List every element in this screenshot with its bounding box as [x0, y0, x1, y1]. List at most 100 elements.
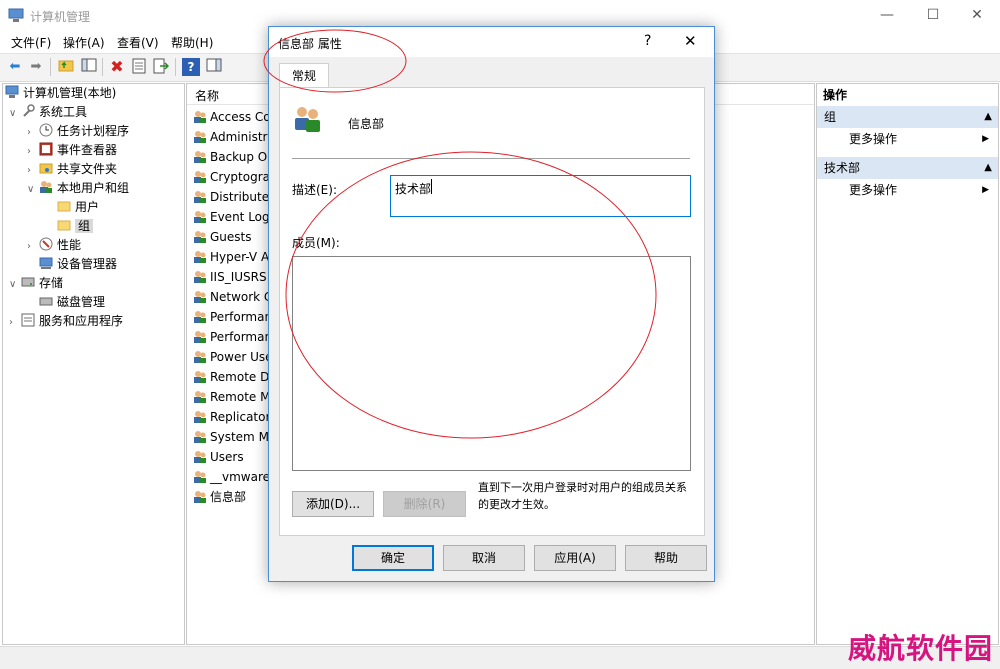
remove-member-button[interactable]: 删除(R): [383, 491, 466, 517]
list-item[interactable]: 信息部: [193, 487, 273, 507]
tree-node-device-manager[interactable]: 设备管理器: [27, 255, 117, 274]
tree-node-performance[interactable]: › 性能: [27, 236, 81, 255]
chevron-down-icon[interactable]: ∨: [9, 275, 21, 294]
action-more-actions[interactable]: 更多操作 ▶: [849, 128, 989, 150]
tree-node-storage[interactable]: ∨ 存储: [9, 274, 63, 293]
group-icon: [194, 151, 206, 163]
close-button[interactable]: ✕: [954, 0, 1000, 31]
menu-help[interactable]: 帮助(H): [171, 34, 213, 51]
list-item[interactable]: Power Use: [193, 347, 273, 367]
description-input[interactable]: 技术部: [390, 175, 691, 217]
services-icon: [21, 313, 35, 327]
forward-icon[interactable]: ➡: [27, 58, 45, 76]
list-item[interactable]: Hyper-V Ad: [193, 247, 273, 267]
tree-node-label: 服务和应用程序: [39, 314, 124, 328]
list-item[interactable]: Access Cor: [193, 107, 273, 127]
computer-management-icon: [5, 85, 19, 99]
group-icon: [194, 191, 206, 203]
apply-button[interactable]: 应用(A): [534, 545, 616, 571]
tree-node-label: 磁盘管理: [57, 295, 106, 309]
toolbar-separator: [102, 58, 103, 76]
list-item[interactable]: Backup Op: [193, 147, 273, 167]
chevron-down-icon[interactable]: ∨: [27, 180, 39, 199]
maximize-button[interactable]: ☐: [910, 0, 956, 31]
tree-node-label: 系统工具: [39, 105, 88, 119]
tree-node-local-users-groups[interactable]: ∨ 本地用户和组: [27, 179, 129, 198]
tree-node-computer-management[interactable]: 计算机管理(本地): [5, 84, 116, 103]
chevron-right-icon[interactable]: ›: [27, 161, 39, 180]
actions-pane: 操作 组 ▲ 更多操作 ▶ 技术部 ▲ 更多操作 ▶: [816, 83, 999, 645]
members-list[interactable]: [292, 256, 691, 471]
column-header-name[interactable]: 名称: [195, 87, 219, 104]
back-icon[interactable]: ⬅: [6, 58, 24, 76]
action-more-actions[interactable]: 更多操作 ▶: [849, 179, 989, 201]
ok-button[interactable]: 确定: [352, 545, 434, 571]
dialog-close-button[interactable]: ✕: [684, 32, 697, 50]
help-icon[interactable]: ?: [182, 58, 200, 76]
dialog-help-button[interactable]: ?: [644, 33, 651, 49]
action-section-groups[interactable]: 组 ▲: [817, 106, 998, 128]
list-item[interactable]: Administra: [193, 127, 273, 147]
up-folder-icon[interactable]: [57, 58, 75, 76]
list-item[interactable]: Performanc: [193, 327, 273, 347]
properties-icon[interactable]: [130, 58, 148, 76]
tree-node-task-scheduler[interactable]: › 任务计划程序: [27, 122, 129, 141]
menu-file[interactable]: 文件(F): [11, 34, 51, 51]
chevron-down-icon[interactable]: ∨: [9, 104, 21, 123]
list-item[interactable]: Remote M: [193, 387, 273, 407]
membership-note: 直到下一次用户登录时对用户的组成员关系的更改才生效。: [478, 481, 687, 511]
users-icon: [39, 180, 53, 194]
list-item[interactable]: Replicator: [193, 407, 273, 427]
cancel-button[interactable]: 取消: [443, 545, 525, 571]
list-item[interactable]: Cryptograp: [193, 167, 273, 187]
list-item-label: Administra: [210, 130, 273, 144]
storage-icon: [21, 275, 35, 289]
members-label: 成员(M):: [292, 236, 340, 250]
dialog-titlebar: 信息部 属性 ? ✕: [269, 27, 714, 57]
list-item[interactable]: Remote De: [193, 367, 273, 387]
tree-node-disk-management[interactable]: 磁盘管理: [27, 293, 105, 312]
folder-icon: [57, 218, 71, 232]
list-item[interactable]: Guests: [193, 227, 273, 247]
group-properties-dialog: 信息部 属性 ? ✕ 常规 信息部 描述(E): 技术部 成员(M): 添加(D…: [268, 26, 715, 582]
tab-panel-general: 信息部 描述(E): 技术部 成员(M): 添加(D)... 删除(R) 直到下…: [279, 87, 705, 536]
tree-node-services-applications[interactable]: › 服务和应用程序: [9, 312, 123, 331]
show-hide-tree-icon[interactable]: [80, 58, 98, 76]
list-item[interactable]: System Ma: [193, 427, 273, 447]
group-icon: [194, 131, 206, 143]
tab-general[interactable]: 常规: [279, 63, 329, 88]
list-item[interactable]: __vmware_: [193, 467, 273, 487]
collapse-up-icon[interactable]: ▲: [984, 157, 992, 179]
list-item[interactable]: Users: [193, 447, 273, 467]
list-item[interactable]: Event Log: [193, 207, 273, 227]
chevron-right-icon[interactable]: ›: [27, 123, 39, 142]
tree-node-label: 用户: [75, 200, 100, 214]
tree-node-event-viewer[interactable]: › 事件查看器: [27, 141, 117, 160]
clock-icon: [39, 123, 53, 137]
tools-icon: [21, 104, 35, 118]
action-section-tech-dept[interactable]: 技术部 ▲: [817, 157, 998, 179]
export-icon[interactable]: [152, 58, 170, 76]
help-button[interactable]: 帮助: [625, 545, 707, 571]
list-item-label: Access Cor: [210, 110, 273, 124]
tree-node-users[interactable]: 用户: [45, 198, 99, 217]
navigation-tree: 计算机管理(本地) ∨ 系统工具 › 任务计划程序 › 事件查看器 › 共享文件夹 ∨ 本…: [2, 83, 185, 645]
chevron-right-icon[interactable]: ›: [9, 313, 21, 332]
tree-node-system-tools[interactable]: ∨ 系统工具: [9, 103, 87, 122]
menu-action[interactable]: 操作(A): [63, 34, 105, 51]
chevron-right-icon[interactable]: ›: [27, 237, 39, 256]
add-member-button[interactable]: 添加(D)...: [292, 491, 374, 517]
minimize-button[interactable]: —: [864, 0, 910, 31]
action-pane-icon[interactable]: [205, 58, 223, 76]
collapse-up-icon[interactable]: ▲: [984, 106, 992, 128]
menu-view[interactable]: 查看(V): [117, 34, 159, 51]
tree-node-shared-folders[interactable]: › 共享文件夹: [27, 160, 117, 179]
delete-icon[interactable]: ✖: [108, 58, 126, 76]
text-cursor: [431, 179, 432, 194]
list-item[interactable]: Network C: [193, 287, 273, 307]
tree-node-groups[interactable]: 组: [45, 217, 94, 236]
list-item[interactable]: Distributed: [193, 187, 273, 207]
list-item[interactable]: Performanc: [193, 307, 273, 327]
chevron-right-icon[interactable]: ›: [27, 142, 39, 161]
list-item[interactable]: IIS_IUSRS: [193, 267, 273, 287]
